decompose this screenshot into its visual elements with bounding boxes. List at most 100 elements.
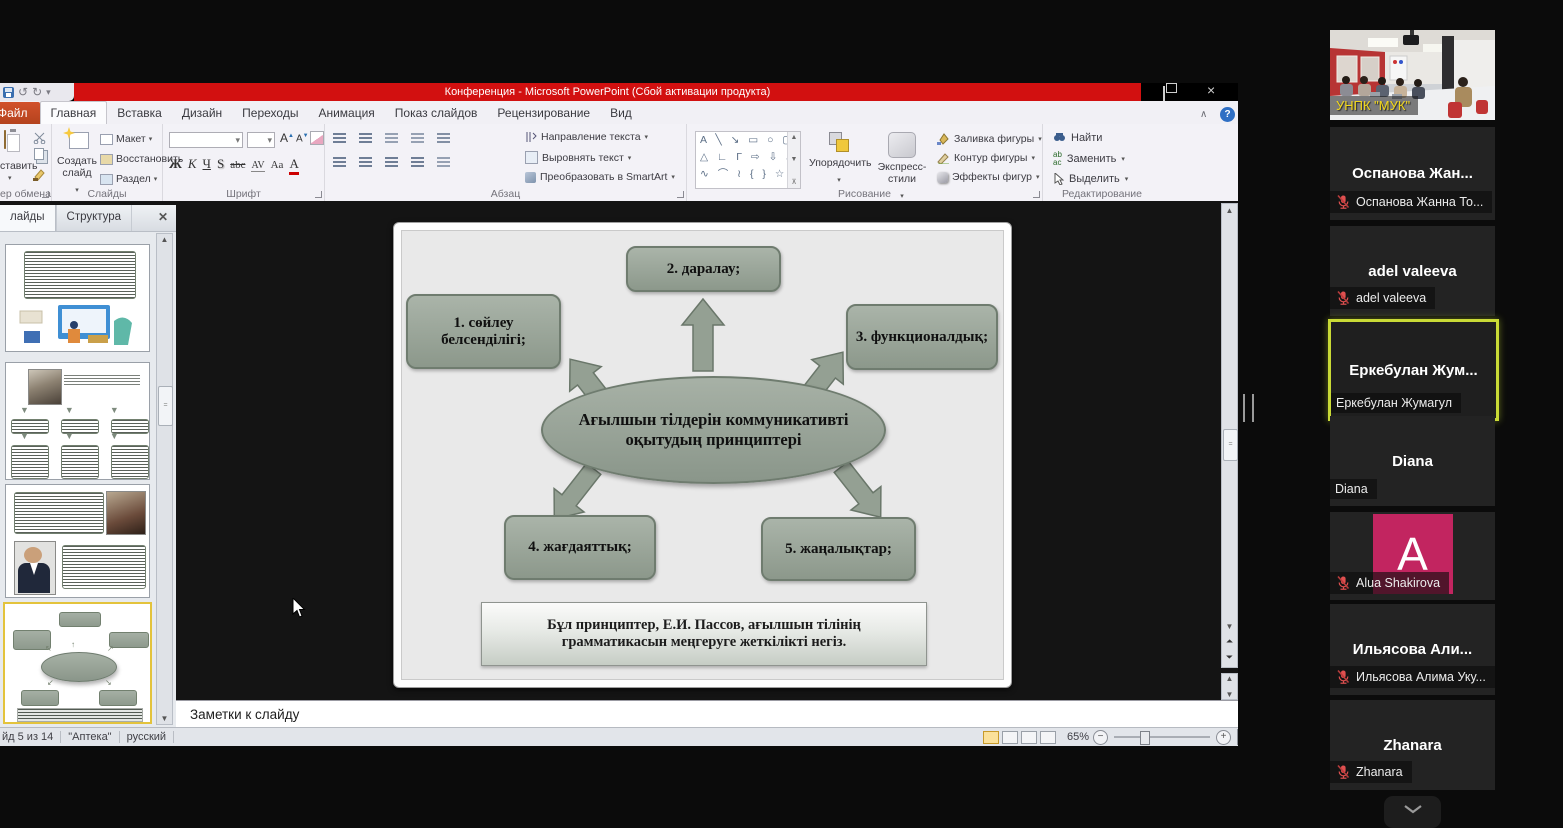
- close-window-button[interactable]: ×: [1207, 83, 1215, 97]
- strikethrough-button[interactable]: abc: [230, 159, 245, 171]
- tab-view[interactable]: Вид: [600, 102, 642, 124]
- copy-icon[interactable]: [34, 148, 44, 160]
- slide-sorter-view-button[interactable]: [1002, 731, 1018, 744]
- slide-thumbnail-2[interactable]: ▼▼▼ ▼▼▼: [5, 362, 150, 480]
- notes-scrollbar[interactable]: ▲ ▼: [1221, 673, 1238, 700]
- line-spacing-icon[interactable]: [437, 133, 450, 144]
- tab-file[interactable]: Файл: [0, 102, 40, 124]
- numbering-icon[interactable]: [359, 133, 372, 144]
- slide-thumbnail-1[interactable]: [5, 244, 150, 352]
- replace-button[interactable]: abac Заменить▾: [1053, 151, 1125, 167]
- italic-button[interactable]: К: [188, 156, 197, 172]
- editor-scrollbar[interactable]: ▲ = ▼ ⏶ ⏷: [1221, 203, 1238, 668]
- scroll-up-icon[interactable]: ▲: [1226, 206, 1234, 215]
- select-button[interactable]: Выделить▾: [1053, 173, 1128, 185]
- char-spacing-button[interactable]: AV: [251, 160, 264, 172]
- participant-tile-active-speaker[interactable]: Еркебулан Жум... Еркебулан Жумагул: [1328, 319, 1499, 421]
- next-slide-icon[interactable]: ⏷: [1226, 652, 1233, 663]
- tab-outline[interactable]: Структура: [56, 205, 133, 231]
- notes-scroll-up-icon[interactable]: ▲: [1226, 674, 1234, 683]
- font-size-combo[interactable]: ▾: [247, 132, 275, 148]
- collapse-ribbon-icon[interactable]: ∧: [1200, 109, 1207, 120]
- tab-slides-thumbnails[interactable]: лайды: [0, 205, 56, 231]
- zoom-in-button[interactable]: +: [1216, 730, 1231, 745]
- shape-fill-button[interactable]: Заливка фигуры▾: [937, 133, 1042, 145]
- participant-tile[interactable]: A Alua Shakirova: [1330, 512, 1495, 600]
- slide-thumbnail-4-selected[interactable]: ↑ ↖ ↗ ↙ ↘: [3, 602, 152, 724]
- slide-editor-area[interactable]: 2. даралау; 1. сөйлеу белсенділігі; 3. ф…: [176, 201, 1238, 700]
- participant-tile[interactable]: adel valeeva adel valeeva: [1330, 226, 1495, 316]
- convert-smartart-button[interactable]: Преобразовать в SmartArt▾: [525, 171, 675, 183]
- reading-view-button[interactable]: [1021, 731, 1037, 744]
- shape-box-4[interactable]: 4. жағдаяттық;: [504, 515, 656, 580]
- underline-button[interactable]: Ч: [203, 156, 211, 172]
- shape-box-3[interactable]: 3. функционалдық;: [846, 304, 998, 370]
- participant-tile[interactable]: Diana Diana: [1330, 416, 1495, 506]
- thumbnails-scrollbar[interactable]: ▲ = ▼: [156, 233, 173, 725]
- customize-qat-icon[interactable]: ▾: [46, 88, 51, 97]
- zoom-slider[interactable]: [1114, 736, 1210, 738]
- tab-transitions[interactable]: Переходы: [232, 102, 308, 124]
- text-direction-button[interactable]: Направление текста▾: [525, 131, 648, 143]
- participant-tile[interactable]: Zhanara Zhanara: [1330, 700, 1495, 790]
- clear-formatting-icon[interactable]: [310, 131, 324, 145]
- bold-button[interactable]: Ж: [169, 156, 182, 172]
- font-color-button[interactable]: A: [289, 156, 298, 175]
- grow-font-button[interactable]: А▲: [280, 131, 294, 145]
- redo-icon[interactable]: ↻: [32, 86, 42, 98]
- tab-home[interactable]: Главная: [40, 101, 108, 125]
- find-button[interactable]: Найти: [1053, 132, 1102, 144]
- fit-to-window-button[interactable]: [1237, 729, 1238, 745]
- clipboard-dialog-launcher[interactable]: [42, 191, 49, 198]
- notes-pane[interactable]: Заметки к слайду: [176, 700, 1238, 727]
- paste-dropdown-icon[interactable]: ▾: [8, 174, 12, 182]
- more-participants-button[interactable]: [1384, 796, 1441, 828]
- participant-tile[interactable]: Оспанова Жан... Оспанова Жанна То...: [1330, 127, 1495, 220]
- arrange-button[interactable]: Упорядочить ▾: [809, 132, 869, 187]
- shapes-gallery[interactable]: A ╲ ↘ ▭ ○ ▢ △ ∟ Γ ⇨ ⇩ ▱ ∿ ⌒ ≀ { } ☆ ▲▼⊼: [695, 131, 801, 189]
- save-icon[interactable]: [3, 87, 14, 98]
- tab-review[interactable]: Рецензирование: [487, 102, 600, 124]
- scroll-down-icon[interactable]: ▼: [1226, 622, 1234, 631]
- help-icon[interactable]: ?: [1220, 107, 1235, 122]
- decrease-indent-icon[interactable]: [385, 133, 398, 144]
- align-center-icon[interactable]: [359, 157, 372, 168]
- layout-button[interactable]: Макет▾: [100, 133, 152, 145]
- slide-canvas[interactable]: 2. даралау; 1. сөйлеу белсенділігі; 3. ф…: [393, 222, 1012, 688]
- drawing-dialog-launcher[interactable]: [1033, 191, 1040, 198]
- tab-animations[interactable]: Анимация: [308, 102, 384, 124]
- slideshow-view-button[interactable]: [1040, 731, 1056, 744]
- shapes-gallery-scrollbar[interactable]: ▲▼⊼: [787, 132, 800, 188]
- shape-outline-button[interactable]: Контур фигуры▾: [937, 152, 1035, 164]
- normal-view-button[interactable]: [983, 731, 999, 744]
- previous-slide-icon[interactable]: ⏶: [1226, 636, 1233, 647]
- participant-tile[interactable]: Ильясова Али... Ильясова Алима Уку...: [1330, 604, 1495, 695]
- shape-box-1[interactable]: 1. сөйлеу белсенділігі;: [406, 294, 561, 369]
- justify-icon[interactable]: [411, 157, 424, 168]
- font-name-combo[interactable]: ▾: [169, 132, 243, 148]
- slide-thumbnail-3[interactable]: [5, 484, 150, 598]
- tab-design[interactable]: Дизайн: [172, 102, 232, 124]
- zoom-out-button[interactable]: −: [1093, 730, 1108, 745]
- thumbnails-scroll-thumb[interactable]: =: [158, 386, 173, 426]
- new-slide-button[interactable]: Создать слайд ▾: [56, 130, 98, 197]
- slide-banner-text[interactable]: Бұл принциптер, Е.И. Пассов, ағылшын тіл…: [481, 602, 927, 666]
- align-right-icon[interactable]: [385, 157, 398, 168]
- shape-effects-button[interactable]: Эффекты фигур▾: [937, 171, 1039, 183]
- shrink-font-button[interactable]: А▼: [296, 133, 309, 144]
- video-tile-classroom[interactable]: УНПК "МУК": [1330, 30, 1495, 120]
- columns-icon[interactable]: [437, 157, 450, 168]
- shape-box-5[interactable]: 5. жаңалықтар;: [761, 517, 916, 581]
- undo-icon[interactable]: ↺: [18, 86, 28, 98]
- shape-center-ellipse[interactable]: Ағылшын тілдерін коммуникативті оқытудың…: [541, 376, 886, 484]
- thumbnails-scroll-up-icon[interactable]: ▲: [161, 235, 169, 244]
- format-painter-icon[interactable]: [33, 168, 46, 181]
- thumbnails-scroll-down-icon[interactable]: ▼: [161, 714, 169, 723]
- align-text-button[interactable]: Выровнять текст▾: [525, 151, 631, 164]
- section-button[interactable]: Раздел▾: [100, 173, 157, 185]
- panel-resize-handle[interactable]: [1243, 394, 1254, 422]
- restore-window-button[interactable]: [1163, 87, 1165, 101]
- paste-button[interactable]: [4, 131, 6, 149]
- notes-scroll-down-icon[interactable]: ▼: [1226, 690, 1234, 699]
- tab-insert[interactable]: Вставка: [107, 102, 172, 124]
